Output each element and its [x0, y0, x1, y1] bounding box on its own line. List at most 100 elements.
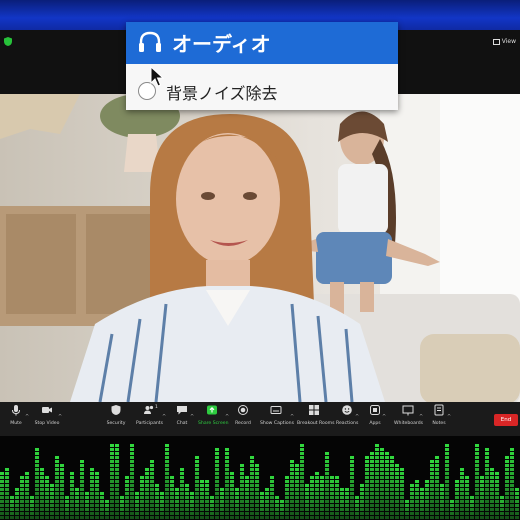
meter-segment [110, 476, 114, 479]
shield-icon[interactable] [4, 37, 12, 46]
meter-segment [20, 480, 24, 483]
meter-segment [485, 516, 489, 519]
chevron-up-icon[interactable]: ^ [25, 414, 29, 420]
meter-segment [505, 472, 509, 475]
meter-segment [495, 492, 499, 495]
meter-segment [430, 492, 434, 495]
meter-segment [405, 500, 409, 503]
chevron-up-icon[interactable]: ^ [58, 414, 62, 420]
meter-segment [460, 468, 464, 471]
meter-segment [215, 460, 219, 463]
meter-segment [190, 512, 194, 515]
meter-segment [360, 484, 364, 487]
meter-segment [125, 484, 129, 487]
meter-segment [435, 484, 439, 487]
meter-segment [20, 488, 24, 491]
meter-segment [265, 492, 269, 495]
meter-segment [510, 468, 514, 471]
meter-segment [440, 508, 444, 511]
meter-segment [385, 476, 389, 479]
meter-segment [210, 508, 214, 511]
breakout-rooms-label: Breakout Rooms [297, 421, 335, 426]
chevron-up-icon[interactable]: ^ [355, 414, 359, 420]
meter-segment [95, 488, 99, 491]
meter-segment [500, 500, 504, 503]
meter-segment [25, 480, 29, 483]
meter-segment [425, 492, 429, 495]
meter-segment [115, 448, 119, 451]
meter-segment [480, 480, 484, 483]
chat-button[interactable]: Chat [174, 404, 190, 426]
participants-button[interactable]: 1 Participants [136, 404, 163, 426]
meter-segment [270, 488, 274, 491]
meter-segment [15, 516, 19, 519]
meter-segment [285, 480, 289, 483]
meter-segment [55, 480, 59, 483]
meter-segment [325, 460, 329, 463]
chevron-up-icon[interactable]: ^ [190, 414, 194, 420]
meter-segment [370, 456, 374, 459]
meter-segment [285, 500, 289, 503]
meter-segment [160, 512, 164, 515]
audio-menu-header[interactable]: オーディオ [126, 22, 398, 64]
share-screen-button[interactable]: Share Screen [198, 404, 229, 426]
meter-segment [430, 476, 434, 479]
meter-segment [160, 500, 164, 503]
meter-segment [35, 452, 39, 455]
chevron-up-icon[interactable]: ^ [225, 414, 229, 420]
meter-segment [130, 484, 134, 487]
apps-button[interactable]: Apps [367, 404, 383, 426]
meter-segment [455, 496, 459, 499]
chevron-up-icon[interactable]: ^ [419, 414, 423, 420]
meter-segment [405, 504, 409, 507]
end-meeting-button[interactable]: End [494, 414, 518, 426]
meter-segment [60, 472, 64, 475]
meter-segment [235, 496, 239, 499]
chevron-up-icon[interactable]: ^ [447, 414, 451, 420]
meter-segment [460, 500, 464, 503]
chevron-up-icon[interactable]: ^ [382, 414, 386, 420]
chevron-up-icon[interactable]: ^ [290, 414, 294, 420]
breakout-rooms-button[interactable]: Breakout Rooms [297, 404, 335, 426]
meter-segment [445, 456, 449, 459]
meter-segment [200, 484, 204, 487]
meter-segment [330, 508, 334, 511]
meter-segment [130, 452, 134, 455]
whiteboards-button[interactable]: Whiteboards [394, 404, 423, 426]
meter-segment [485, 496, 489, 499]
meter-segment [350, 460, 354, 463]
stop-video-button[interactable]: Stop Video [34, 404, 60, 426]
background-noise-suppression-option[interactable]: 背景ノイズ除去 [126, 78, 398, 108]
meter-segment [380, 516, 384, 519]
meter-segment [275, 496, 279, 499]
meter-segment [95, 516, 99, 519]
meter-segment [230, 516, 234, 519]
show-captions-button[interactable]: Show Captions [260, 404, 294, 426]
meter-segment [0, 496, 4, 499]
meter-segment [510, 456, 514, 459]
meter-segment [480, 476, 484, 479]
meter-segment [180, 508, 184, 511]
meter-segment [335, 512, 339, 515]
meter-segment [465, 496, 469, 499]
meter-segment [460, 488, 464, 491]
security-button[interactable]: Security [106, 404, 126, 426]
meter-segment [485, 448, 489, 451]
meter-segment [385, 456, 389, 459]
meter-segment [335, 484, 339, 487]
meter-segment [10, 496, 14, 499]
meter-segment [375, 464, 379, 467]
meter-segment [135, 500, 139, 503]
meter-segment [95, 504, 99, 507]
meter-segment [195, 500, 199, 503]
meter-segment [430, 508, 434, 511]
meter-segment [80, 484, 84, 487]
meter-segment [35, 500, 39, 503]
meter-segment [205, 516, 209, 519]
mute-button[interactable]: Mute [8, 404, 24, 426]
view-button[interactable]: View [492, 38, 516, 45]
chevron-up-icon[interactable]: ^ [162, 414, 166, 420]
meter-segment [200, 504, 204, 507]
record-button[interactable]: Record [234, 404, 252, 426]
notes-button[interactable]: Notes [430, 404, 448, 426]
